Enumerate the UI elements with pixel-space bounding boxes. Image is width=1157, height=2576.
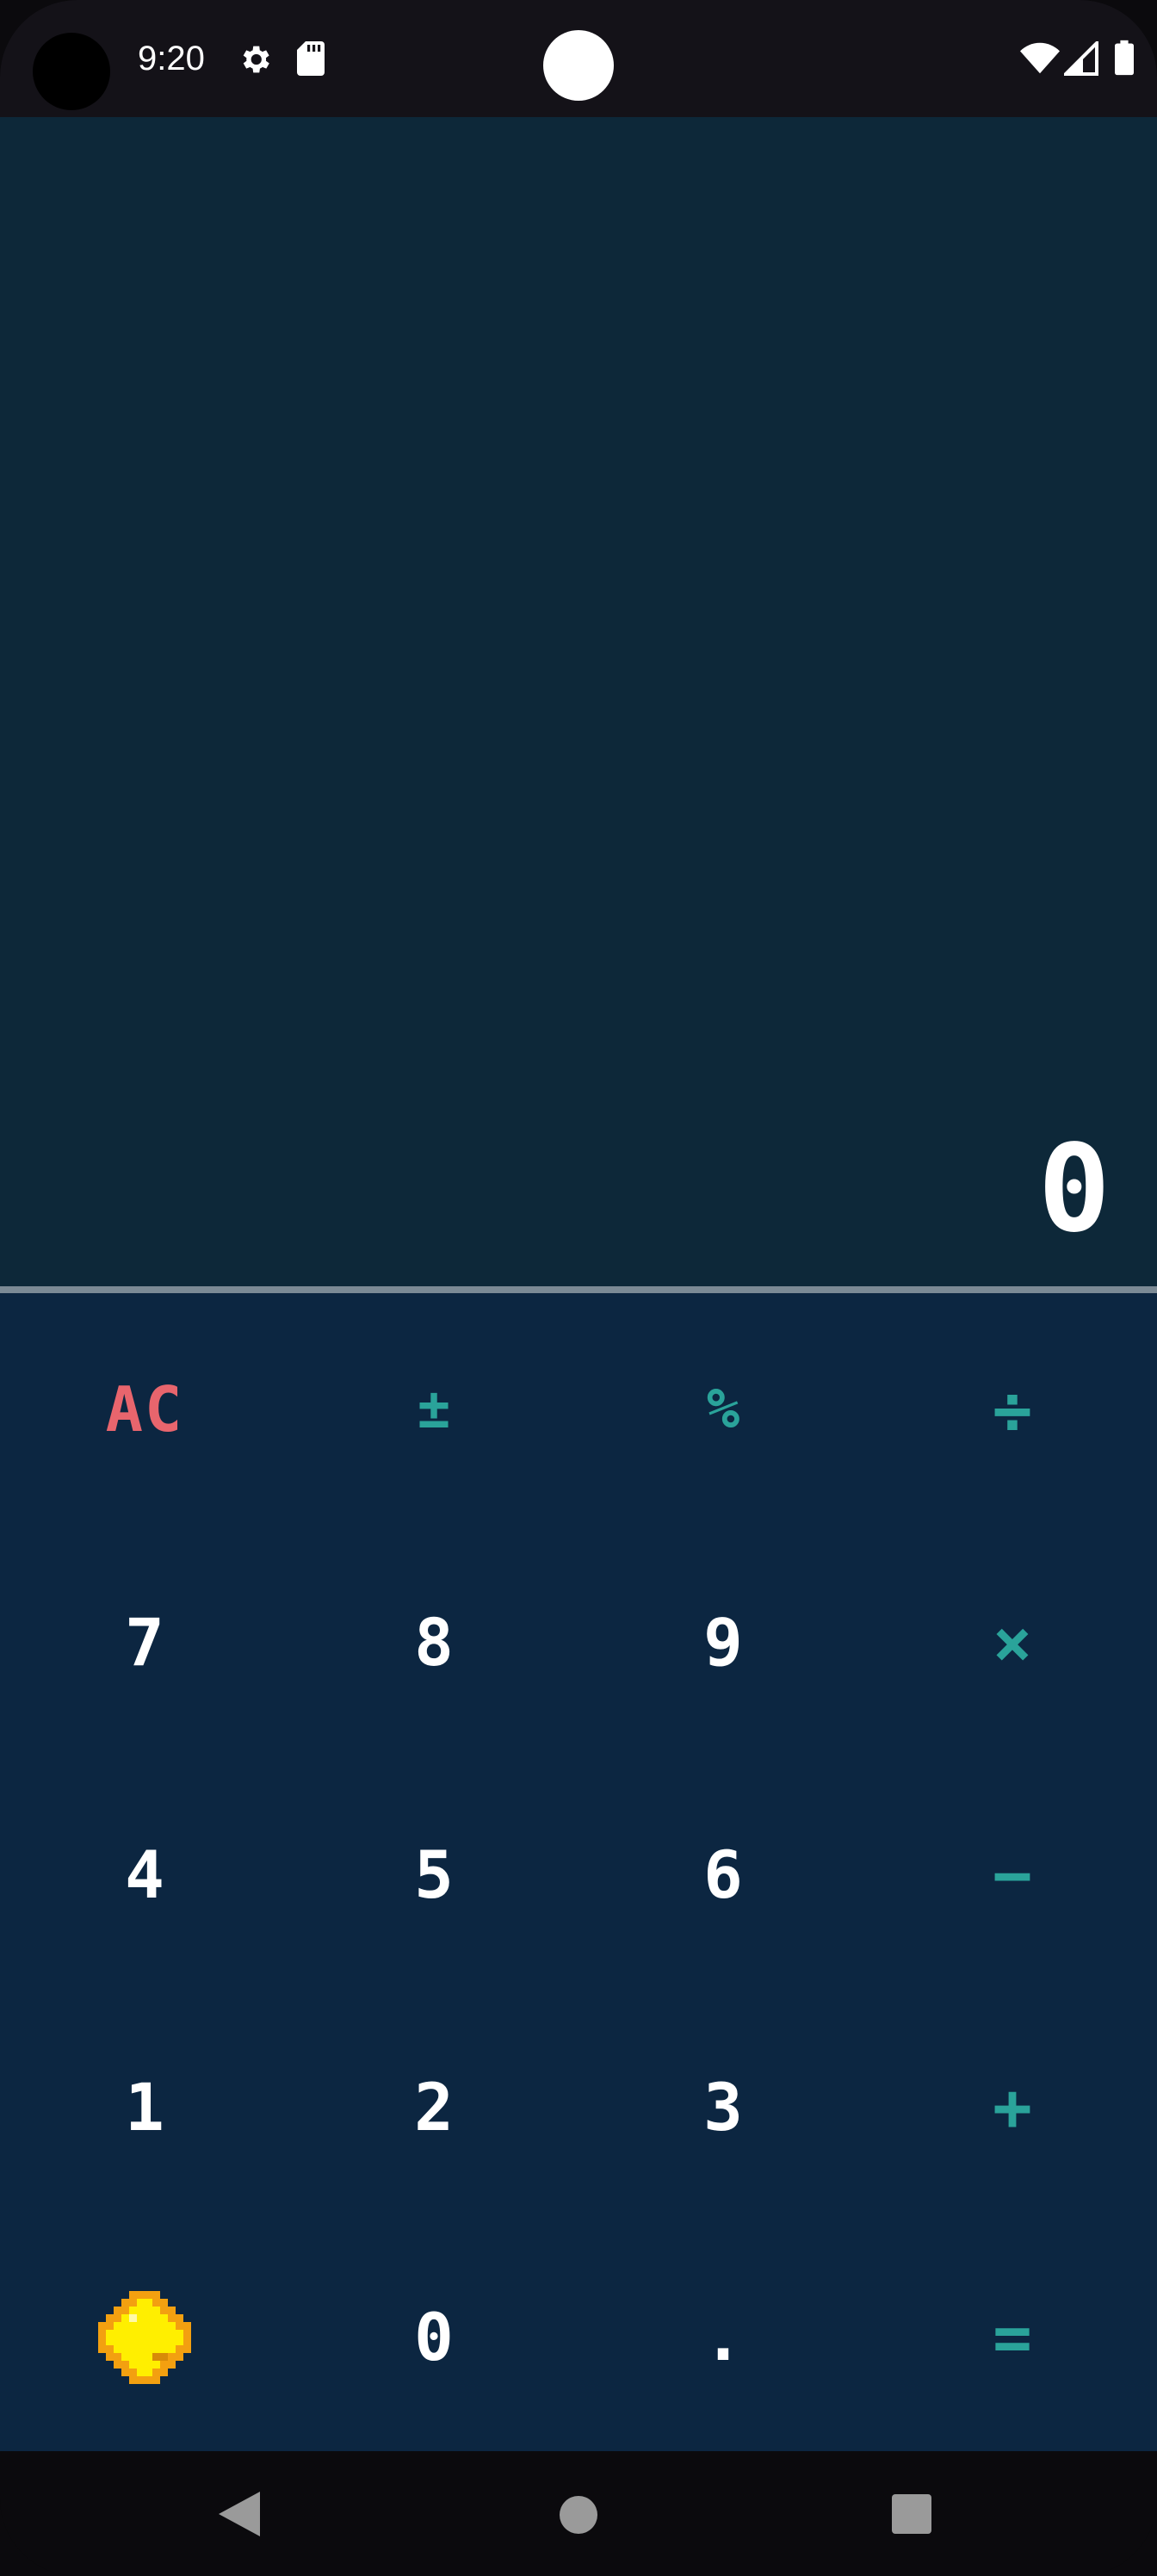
add-button[interactable]: + <box>868 1991 1157 2223</box>
equals-button[interactable]: = <box>868 2223 1157 2451</box>
digit-2-button[interactable]: 2 <box>289 1991 578 2223</box>
digit-5-button[interactable]: 5 <box>289 1758 578 1991</box>
digit-1-button[interactable]: 1 <box>0 1991 289 2223</box>
keypad: AC ± % ÷ 7 8 9 × 4 5 6 − 1 2 3 + 0 . = <box>0 1293 1157 2451</box>
back-icon[interactable] <box>219 2491 260 2537</box>
pixel-gem-icon <box>98 2290 191 2384</box>
calculator-display: 0 <box>0 117 1157 1286</box>
decimal-button[interactable]: . <box>578 2223 868 2451</box>
gem-button[interactable] <box>0 2223 289 2451</box>
digit-3-button[interactable]: 3 <box>578 1991 868 2223</box>
sd-card-icon <box>297 41 325 76</box>
digit-4-button[interactable]: 4 <box>0 1758 289 1991</box>
wifi-icon <box>1020 42 1060 74</box>
digit-9-button[interactable]: 9 <box>578 1526 868 1758</box>
digit-8-button[interactable]: 8 <box>289 1526 578 1758</box>
dot-icon <box>543 30 614 101</box>
gear-icon <box>243 46 269 73</box>
clear-button[interactable]: AC <box>0 1293 289 1526</box>
percent-button[interactable]: % <box>578 1293 868 1526</box>
camera-hole <box>33 33 110 110</box>
recents-icon[interactable] <box>892 2494 931 2534</box>
subtract-button[interactable]: − <box>868 1758 1157 1991</box>
divide-button[interactable]: ÷ <box>868 1293 1157 1526</box>
signal-icon <box>1064 41 1098 76</box>
digit-6-button[interactable]: 6 <box>578 1758 868 1991</box>
battery-icon <box>1115 40 1134 76</box>
plus-minus-button[interactable]: ± <box>289 1293 578 1526</box>
digit-0-button[interactable]: 0 <box>289 2223 578 2451</box>
multiply-button[interactable]: × <box>868 1526 1157 1758</box>
digit-7-button[interactable]: 7 <box>0 1526 289 1758</box>
home-icon[interactable] <box>560 2496 597 2534</box>
display-value: 0 <box>1037 1119 1111 1260</box>
status-bar: 9:20 <box>0 0 1157 117</box>
phone-screen: 9:20 0 AC ± % ÷ 7 8 9 × 4 5 6 − 1 2 3 + … <box>0 0 1157 2576</box>
divider <box>0 1286 1157 1293</box>
status-time: 9:20 <box>138 40 205 77</box>
